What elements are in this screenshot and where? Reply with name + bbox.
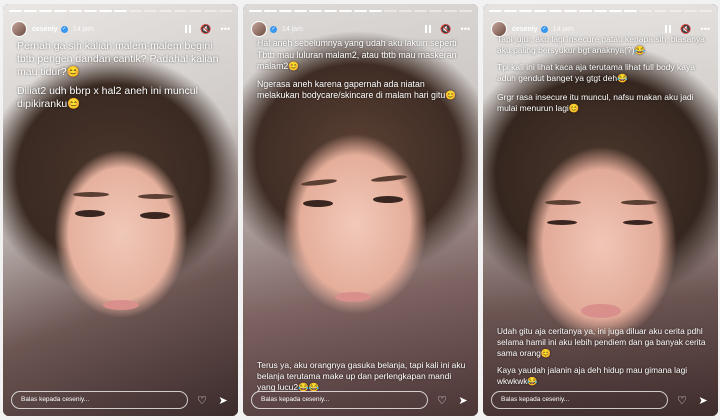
speaker-mute-icon[interactable]: 🔇: [200, 24, 211, 34]
verified-badge-icon: ✓: [540, 25, 548, 33]
story-caption-top: Tapi jujur, aku lagi insecure gatau kena…: [497, 34, 708, 120]
more-icon[interactable]: •••: [701, 24, 710, 34]
brow-left: [73, 192, 109, 197]
caption-line: Grgr rasa insecure itu muncul, nafsu mak…: [497, 92, 694, 113]
post-time: 14 jam: [72, 25, 94, 33]
story-progress-bar: [489, 10, 712, 12]
story-progress-bar: [249, 10, 472, 12]
lips: [103, 300, 139, 310]
brow-left: [545, 200, 581, 205]
eye-right: [140, 212, 170, 219]
caption-line: Tpi kali ini lihat kaca aja terutama lih…: [497, 62, 695, 83]
post-time: 14 jam: [552, 25, 574, 33]
caption-line: Ngerasa aneh karena gapernah ada niatan …: [257, 78, 457, 101]
send-icon[interactable]: ➤: [216, 394, 230, 407]
caption-line: Pernah ga sih kalian malem-malem begini …: [17, 40, 219, 78]
verified-badge-icon: ✓: [60, 25, 68, 33]
pause-icon[interactable]: [185, 25, 192, 33]
brow-right: [621, 200, 657, 205]
send-icon[interactable]: ➤: [696, 394, 710, 407]
story-caption-top: Pernah ga sih kalian malem-malem begini …: [17, 40, 228, 117]
story-header: ✓ 14 jam 🔇 •••: [251, 18, 470, 40]
username[interactable]: ceseniy: [512, 26, 538, 33]
story-caption-bottom: Udah gitu aja ceritanya ya, ini juga dil…: [497, 326, 708, 393]
story-footer: Balas kepada ceseniy... ♡ ➤: [491, 390, 710, 410]
eye-left: [303, 200, 333, 207]
post-time: 14 jam: [282, 25, 304, 33]
username[interactable]: ceseniy: [32, 26, 58, 33]
verified-badge-icon: ✓: [270, 25, 277, 33]
heart-icon[interactable]: ♡: [195, 394, 209, 407]
caption-line: Kaya yaudah jalanin aja deh hidup mau gi…: [497, 365, 688, 386]
story-header: ceseniy ✓ 14 jam 🔇 •••: [11, 18, 230, 40]
lips: [581, 304, 621, 318]
caption-line: Tapi jujur, aku lagi insecure gatau kena…: [497, 34, 705, 55]
more-icon[interactable]: •••: [221, 24, 230, 34]
caption-line: Diliat2 udh bbrp x hal2 aneh ini muncul …: [17, 85, 198, 110]
caption-line: Hal aneh sebelumnya yang udah aku lakuin…: [257, 38, 457, 71]
more-icon[interactable]: •••: [461, 24, 470, 34]
brow-right: [138, 194, 174, 199]
story-progress-bar: [9, 10, 232, 12]
reply-input[interactable]: Balas kepada ceseniy...: [491, 391, 668, 409]
avatar[interactable]: [11, 21, 27, 37]
eye-left: [75, 210, 105, 217]
heart-icon[interactable]: ♡: [675, 394, 689, 407]
caption-line: Terus ya, aku orangnya gasuka belanja, t…: [257, 360, 466, 392]
send-icon[interactable]: ➤: [456, 394, 470, 407]
eye-right: [623, 220, 653, 225]
eye-left: [547, 220, 577, 225]
pause-icon[interactable]: [665, 25, 672, 33]
eye-right: [373, 196, 403, 203]
lips: [335, 292, 371, 302]
caption-line: Udah gitu aja ceritanya ya, ini juga dil…: [497, 326, 706, 358]
heart-icon[interactable]: ♡: [435, 394, 449, 407]
story-panel-1[interactable]: ceseniy ✓ 14 jam 🔇 ••• Pernah ga sih kal…: [3, 4, 238, 416]
stories-collage: ceseniy ✓ 14 jam 🔇 ••• Pernah ga sih kal…: [0, 0, 720, 420]
speaker-mute-icon[interactable]: 🔇: [680, 24, 691, 34]
avatar[interactable]: [251, 21, 267, 37]
story-panel-2[interactable]: ✓ 14 jam 🔇 ••• Hal aneh sebelumnya yang …: [243, 4, 478, 416]
pause-icon[interactable]: [425, 25, 432, 33]
story-caption-top: Hal aneh sebelumnya yang udah aku lakuin…: [257, 38, 468, 108]
reply-input[interactable]: Balas kepada ceseniy...: [251, 391, 428, 409]
story-footer: Balas kepada ceseniy... ♡ ➤: [11, 390, 230, 410]
speaker-mute-icon[interactable]: 🔇: [440, 24, 451, 34]
story-footer: Balas kepada ceseniy... ♡ ➤: [251, 390, 470, 410]
story-panel-3[interactable]: ceseniy ✓ 14 jam 🔇 ••• Tapi jujur, aku l…: [483, 4, 718, 416]
reply-input[interactable]: Balas kepada ceseniy...: [11, 391, 188, 409]
